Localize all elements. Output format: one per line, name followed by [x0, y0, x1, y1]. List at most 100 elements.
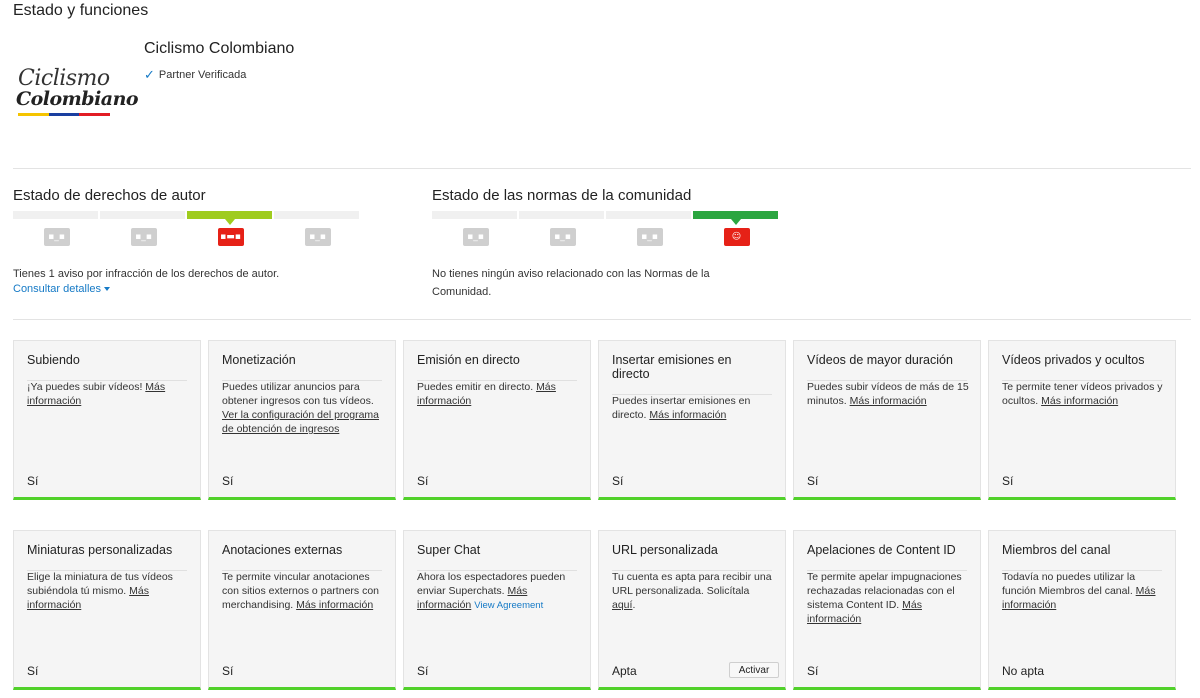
feature-card: Vídeos privados y ocultos Te permite tene…: [988, 340, 1176, 500]
active-face-icon: ▪▬▪: [217, 228, 244, 246]
feature-card-status: No apta: [1002, 664, 1045, 678]
feature-card-status: Apta: [612, 664, 637, 678]
channel-logo: Ciclismo Colombiano: [14, 66, 139, 120]
feature-card-title: Emisión en directo: [417, 353, 577, 381]
status-bar-segment: [187, 211, 272, 225]
feature-card: Monetización Puedes utilizar anuncios par…: [208, 340, 396, 500]
community-status-faces: ▪_▪ ▪_▪ ▪_▪ ☺: [432, 228, 780, 246]
community-status-title: Estado de las normas de la comunidad: [432, 187, 692, 204]
page-title: Estado y funciones: [13, 2, 149, 19]
face-slot: ▪▬▪: [187, 228, 274, 246]
face-icon: ▪_▪: [43, 228, 70, 246]
channel-name: Ciclismo Colombiano: [144, 40, 295, 57]
face-icon: ▪_▪: [130, 228, 157, 246]
feature-card-status: Sí: [807, 664, 819, 678]
community-status: Estado de las normas de la comunidad ▪_▪…: [432, 187, 792, 298]
feature-card-description: Ahora los espectadores pueden enviar Sup…: [417, 570, 580, 613]
community-description-line1: No tienes ningún aviso relacionado con l…: [432, 268, 710, 280]
view-agreement-link[interactable]: View Agreement: [474, 600, 543, 611]
feature-card-title: Vídeos de mayor duración: [807, 353, 967, 381]
active-face-icon: ☺: [723, 228, 750, 246]
feature-card-description: Te permite vincular anotaciones con siti…: [222, 570, 385, 612]
more-info-link[interactable]: Ver la configuración del programa de obt…: [222, 409, 379, 435]
feature-card: Vídeos de mayor duración Puedes subir víd…: [793, 340, 981, 500]
feature-card-description: Te permite tener vídeos privados y ocult…: [1002, 380, 1165, 408]
feature-card-text: Te permite apelar impugnaciones rechazad…: [807, 571, 962, 611]
face-icon: ▪_▪: [462, 228, 489, 246]
logo-stripe: [18, 113, 111, 116]
feature-card-text: Elige la miniatura de tus vídeos subiénd…: [27, 571, 173, 597]
feature-card-status: Sí: [612, 474, 624, 488]
status-pointer-icon: [730, 219, 741, 225]
caret-down-icon: [104, 287, 111, 291]
details-link-label[interactable]: Consultar detalles: [13, 283, 101, 295]
face-slot: ▪_▪: [13, 228, 100, 246]
feature-card-title: Monetización: [222, 353, 382, 381]
feature-card-text: Puedes utilizar anuncios para obtener in…: [222, 381, 374, 407]
status-bar-segment: [519, 211, 604, 219]
feature-card-title: Anotaciones externas: [222, 543, 382, 571]
feature-card-description: ¡Ya puedes subir vídeos! Más información: [27, 380, 190, 408]
feature-card-title: URL personalizada: [612, 543, 772, 571]
more-info-link[interactable]: Más información: [850, 395, 927, 407]
partner-badge-label: Partner Verificada: [158, 69, 247, 81]
status-bar-segment: [274, 211, 359, 219]
feature-card-text: Tu cuenta es apta para recibir una URL p…: [612, 571, 772, 597]
status-bar-segment: [693, 211, 778, 225]
feature-card-text: Puedes emitir en directo.: [417, 381, 537, 393]
more-info-link[interactable]: aquí: [612, 599, 632, 611]
status-pointer-icon: [224, 219, 235, 225]
partner-badge: ✓ Partner Verificada: [144, 67, 246, 83]
feature-card-description: Puedes utilizar anuncios para obtener in…: [222, 380, 385, 436]
face-icon: ▪_▪: [636, 228, 663, 246]
face-slot: ▪_▪: [432, 228, 519, 246]
feature-card-status: Sí: [417, 474, 429, 488]
feature-card-status: Sí: [27, 664, 39, 678]
more-info-link[interactable]: Más información: [649, 409, 726, 421]
copyright-status-faces: ▪_▪ ▪_▪ ▪▬▪ ▪_▪: [13, 228, 361, 246]
status-bar-segment: [432, 211, 517, 219]
face-slot: ☺: [693, 228, 780, 246]
divider: [13, 319, 1191, 320]
feature-card: Miembros del canal Todavía no puedes util…: [988, 530, 1176, 690]
face-slot: ▪_▪: [519, 228, 606, 246]
feature-card-text: Todavía no puedes utilizar la función Mi…: [1002, 571, 1136, 597]
status-bar-segment: [606, 211, 691, 219]
community-status-bar: [432, 211, 778, 225]
feature-card-description: Puedes insertar emisiones en directo. Má…: [612, 394, 775, 422]
feature-card-title: Subiendo: [27, 353, 187, 381]
community-description-line2: Comunidad.: [432, 286, 492, 298]
copyright-status-bar: [13, 211, 359, 225]
community-status-description: No tienes ningún aviso relacionado con l…: [432, 265, 710, 301]
features-row-2: Miniaturas personalizadas Elige la miniat…: [13, 530, 1176, 690]
feature-card-description: Puedes subir vídeos de más de 15 minutos…: [807, 380, 970, 408]
feature-card: Apelaciones de Content ID Te permite apel…: [793, 530, 981, 690]
feature-card-title: Miniaturas personalizadas: [27, 543, 187, 571]
copyright-status-title: Estado de derechos de autor: [13, 187, 206, 204]
divider: [13, 168, 1191, 169]
more-info-link[interactable]: Más información: [1041, 395, 1118, 407]
more-info-link[interactable]: Más información: [296, 599, 373, 611]
details-link[interactable]: Consultar detalles: [13, 283, 111, 295]
feature-card-status: Sí: [807, 474, 819, 488]
face-slot: ▪_▪: [274, 228, 361, 246]
feature-card-text: ¡Ya puedes subir vídeos!: [27, 381, 146, 393]
face-slot: ▪_▪: [100, 228, 187, 246]
feature-card-status: Sí: [417, 664, 429, 678]
face-icon: ▪_▪: [304, 228, 331, 246]
face-icon: ▪_▪: [549, 228, 576, 246]
features-row-1: Subiendo ¡Ya puedes subir vídeos! Más inf…: [13, 340, 1176, 500]
feature-card-description: Todavía no puedes utilizar la función Mi…: [1002, 570, 1165, 612]
feature-card-title: Insertar emisiones en directo: [612, 353, 772, 395]
feature-card: Emisión en directo Puedes emitir en direc…: [403, 340, 591, 500]
feature-card-title: Super Chat: [417, 543, 577, 571]
feature-card: Insertar emisiones en directo Puedes inse…: [598, 340, 786, 500]
feature-card-status: Sí: [222, 474, 234, 488]
feature-card-description: Puedes emitir en directo. Más informació…: [417, 380, 580, 408]
feature-card-status: Sí: [27, 474, 39, 488]
feature-card: Anotaciones externas Te permite vincular …: [208, 530, 396, 690]
feature-card-description: Te permite apelar impugnaciones rechazad…: [807, 570, 970, 626]
activate-button[interactable]: Activar: [729, 662, 779, 678]
feature-card-status: Sí: [222, 664, 234, 678]
status-bar-segment: [100, 211, 185, 219]
